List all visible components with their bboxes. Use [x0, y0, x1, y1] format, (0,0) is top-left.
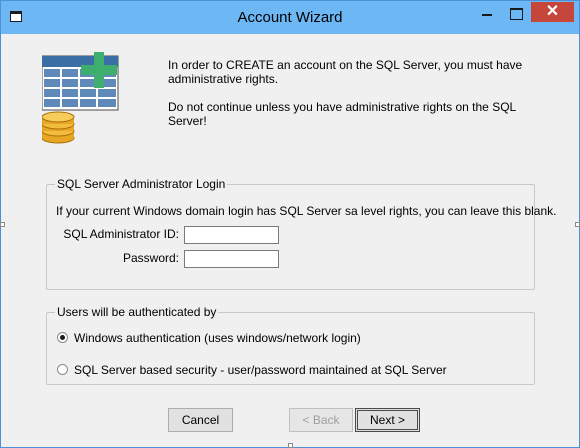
title-bar[interactable]: Account Wizard ✕ [1, 1, 579, 34]
minimize-icon [482, 14, 492, 16]
resize-handle-left[interactable] [0, 222, 5, 227]
authentication-legend: Users will be authenticated by [55, 305, 219, 319]
close-icon: ✕ [545, 3, 560, 20]
sql-auth-radio-dot[interactable] [57, 364, 68, 375]
password-input[interactable] [184, 250, 279, 268]
windows-auth-label[interactable]: Windows authentication (uses windows/net… [74, 331, 361, 345]
sql-admin-login-legend: SQL Server Administrator Login [55, 177, 228, 191]
windows-auth-radio-dot[interactable] [57, 332, 68, 343]
wizard-client-area: In order to CREATE an account on the SQL… [8, 34, 572, 440]
minimize-button[interactable] [473, 1, 501, 23]
cancel-button[interactable]: Cancel [168, 408, 233, 432]
intro-line-2: Do not continue unless you have administ… [168, 100, 516, 128]
account-wizard-window: Account Wizard ✕ In order to CREATE an a… [0, 0, 580, 448]
next-button[interactable]: Next > [355, 408, 420, 432]
password-label: Password: [122, 251, 179, 265]
admin-id-input[interactable] [184, 226, 279, 244]
database-add-icon [42, 52, 119, 144]
sql-admin-info-text: If your current Windows domain login has… [56, 204, 557, 218]
maximize-icon [510, 8, 523, 20]
intro-text: In order to CREATE an account on the SQL… [168, 58, 538, 142]
resize-handle-bottom[interactable] [288, 443, 293, 448]
back-button[interactable]: < Back [289, 408, 353, 432]
intro-line-1: In order to CREATE an account on the SQL… [168, 58, 523, 86]
maximize-button[interactable] [503, 1, 529, 23]
sql-admin-login-group: SQL Server Administrator Login If your c… [46, 177, 556, 290]
resize-handle-right[interactable] [575, 222, 580, 227]
sql-auth-label[interactable]: SQL Server based security - user/passwor… [74, 363, 447, 377]
close-button[interactable]: ✕ [531, 2, 574, 22]
admin-id-label: SQL Administrator ID: [63, 227, 179, 241]
authentication-group: Users will be authenticated by Windows a… [46, 305, 535, 385]
